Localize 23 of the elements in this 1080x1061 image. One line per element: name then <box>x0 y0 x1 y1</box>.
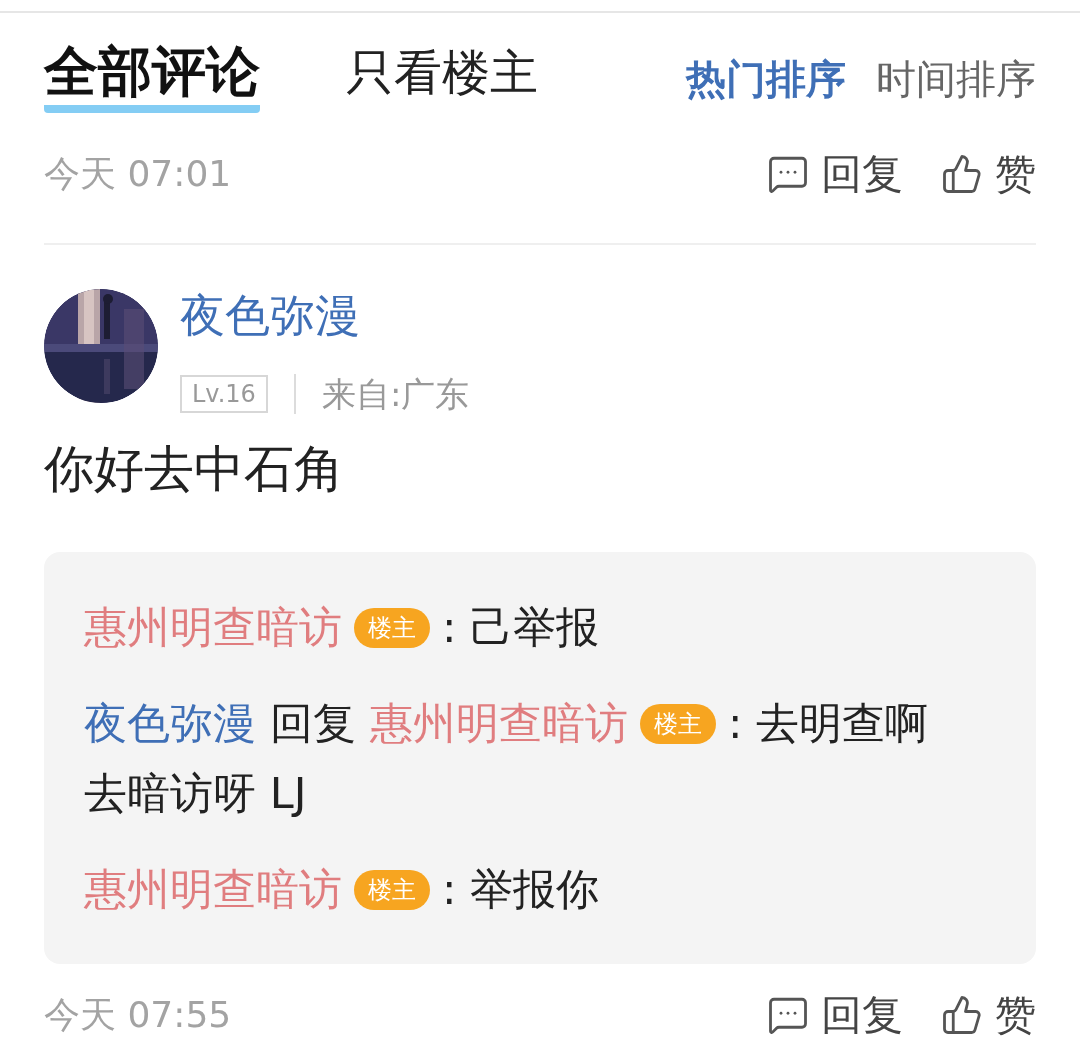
reply-author[interactable]: 夜色弥漫 <box>84 698 256 748</box>
tab[interactable]: 只看楼主 <box>346 48 538 110</box>
op-badge: 楼主 <box>354 607 430 648</box>
thumbs-up-icon <box>941 994 983 1036</box>
like-button[interactable]: 赞 <box>941 153 1036 195</box>
op-badge: 楼主 <box>640 703 716 744</box>
like-button[interactable]: 赞 <box>941 994 1036 1036</box>
sort-option[interactable]: 热门排序 <box>686 59 846 99</box>
reply-button[interactable]: 回复 <box>767 994 903 1036</box>
username[interactable]: 夜色弥漫 <box>180 293 470 338</box>
comment-text: 你好去中石角 <box>44 444 345 494</box>
comment-time: 今天 07:01 <box>44 156 232 192</box>
reply-text: 惠州明查暗访 楼主 : 举报你 <box>84 863 601 916</box>
reply-text: 惠州明查暗访 楼主 : 己举报 <box>84 601 601 654</box>
op-badge: 楼主 <box>354 869 430 910</box>
tab[interactable]: 全部评论 <box>44 45 260 113</box>
level-badge: Lv.16 <box>180 375 268 413</box>
reply-button[interactable]: 回复 <box>767 153 903 195</box>
location: 来自:广东 <box>321 377 470 411</box>
reply-text: 夜色弥漫 回复 惠州明查暗访 楼主 : 去明查啊去暗访呀 LJ <box>84 697 930 820</box>
sort-option[interactable]: 时间排序 <box>876 59 1036 99</box>
thumbs-up-icon <box>941 153 983 195</box>
comment-time: 今天 07:55 <box>44 997 232 1033</box>
